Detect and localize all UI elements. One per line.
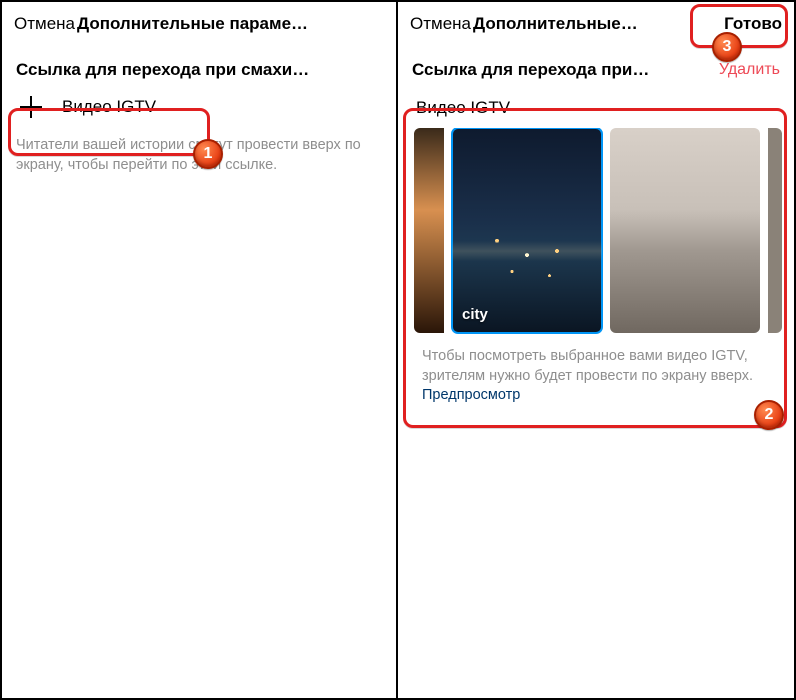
igtv-thumb[interactable] (610, 128, 760, 333)
page-title: Дополнительные параме… (77, 14, 384, 34)
thumb-caption: city (462, 306, 488, 323)
section-label: Ссылка для перехода при смахи… (16, 60, 309, 80)
swipe-link-section-header: Ссылка для перехода при смахи… (2, 44, 396, 84)
step-badge-1: 1 (193, 139, 223, 169)
picker-hint-text: Чтобы посмотреть выбранное вами видео IG… (408, 341, 784, 412)
plus-icon (20, 96, 42, 118)
igtv-thumb[interactable] (414, 128, 444, 333)
cancel-button[interactable]: Отмена (14, 14, 75, 34)
topbar: Отмена Дополнительные параме… (2, 2, 396, 44)
igtv-thumb-selected[interactable]: city (452, 128, 602, 333)
screen-igtv-picker: Отмена Дополнительные… Готово Ссылка для… (398, 2, 794, 698)
tutorial-side-by-side: Отмена Дополнительные параме… Ссылка для… (0, 0, 796, 700)
cancel-button[interactable]: Отмена (410, 14, 471, 34)
preview-link[interactable]: Предпросмотр (422, 387, 520, 403)
panel-title: Видео IGTV (408, 88, 784, 128)
add-igtv-label: Видео IGTV (62, 97, 156, 117)
page-title: Дополнительные… (473, 14, 720, 34)
igtv-picker-panel: Видео IGTV city Чтобы посмотреть выбранн… (408, 88, 784, 412)
step-badge-2: 2 (754, 400, 784, 430)
add-igtv-video-row[interactable]: Видео IGTV (2, 84, 396, 130)
hint-text: Чтобы посмотреть выбранное вами видео IG… (422, 348, 753, 384)
step-badge-3: 3 (712, 32, 742, 62)
igtv-thumb[interactable] (768, 128, 782, 333)
delete-link-button[interactable]: Удалить (719, 61, 780, 79)
igtv-thumbnails: city (408, 128, 784, 341)
section-label: Ссылка для перехода при… (412, 60, 649, 80)
done-button[interactable]: Готово (724, 14, 782, 34)
screen-more-options: Отмена Дополнительные параме… Ссылка для… (2, 2, 398, 698)
